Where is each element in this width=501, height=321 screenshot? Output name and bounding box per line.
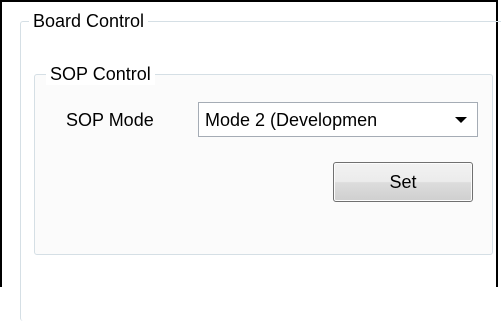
sop-mode-dropdown[interactable]: Mode 2 (Developmen	[198, 102, 478, 137]
set-button[interactable]: Set	[333, 162, 473, 202]
window-frame: Board Control SOP Control SOP Mode Mode …	[0, 0, 501, 321]
chevron-down-icon[interactable]	[455, 117, 467, 123]
board-control-title: Board Control	[29, 10, 149, 32]
sop-mode-selected-value: Mode 2 (Developmen	[205, 110, 378, 130]
sop-mode-label: SOP Mode	[66, 110, 154, 130]
sop-control-title: SOP Control	[46, 63, 155, 85]
